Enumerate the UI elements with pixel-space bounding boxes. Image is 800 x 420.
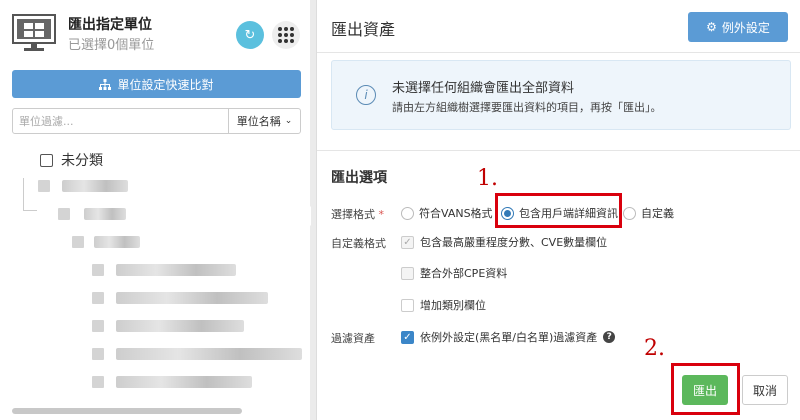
highlight-step1 <box>495 193 622 228</box>
tree-node-label <box>94 236 140 248</box>
filter-assets-label: 過濾資產 <box>331 332 375 345</box>
custom-option-label: 增加類別欄位 <box>420 299 486 312</box>
tree-node-checkbox[interactable] <box>92 348 104 360</box>
tree-node-checkbox[interactable] <box>58 208 70 220</box>
page-title: 匯出資產 <box>331 20 396 39</box>
tree-node-label <box>116 376 252 388</box>
quick-compare-label: 單位設定快速比對 <box>117 77 214 92</box>
format-radio-vans[interactable]: 符合VANS格式 <box>401 205 493 221</box>
filter-field-select[interactable]: 單位名稱 ⌄ <box>228 109 300 133</box>
chevron-down-icon: ⌄ <box>284 116 293 126</box>
highlight-step2 <box>671 363 740 415</box>
filter-assets-option[interactable]: ✓ 依例外設定(黑名單/白名單)過濾資產 ? <box>401 329 616 345</box>
unit-filter-input[interactable] <box>13 109 228 133</box>
required-mark: * <box>378 208 385 221</box>
custom-format-label: 自定義格式 <box>331 237 386 250</box>
refresh-icon: ↻ <box>244 27 256 43</box>
horizontal-scrollbar[interactable] <box>12 408 242 414</box>
tree-node-label <box>116 320 244 332</box>
filter-field-value: 單位名稱 <box>236 115 281 128</box>
cancel-button[interactable]: 取消 <box>742 375 788 405</box>
exception-settings-label: 例外設定 <box>721 20 770 35</box>
info-icon: i <box>356 85 376 105</box>
left-panel-title: 匯出指定單位 <box>68 17 152 33</box>
custom-option-category[interactable]: 增加類別欄位 <box>401 297 486 313</box>
filter-assets-option-label: 依例外設定(黑名單/白名單)過濾資產 <box>420 331 598 344</box>
refresh-button[interactable]: ↻ <box>236 21 264 49</box>
custom-option-cpe[interactable]: 整合外部CPE資料 <box>401 265 507 281</box>
tree-node-label <box>62 180 128 192</box>
radio-circle[interactable] <box>401 206 414 220</box>
left-panel: 匯出指定單位 已選擇0個單位 ↻ 單位設定快速比對 單位名稱 ⌄ 未分類 <box>0 0 310 420</box>
radio-circle[interactable] <box>623 206 636 220</box>
format-option-label: 自定義 <box>641 207 674 220</box>
monitor-icon <box>12 14 56 51</box>
format-radio-custom[interactable]: 自定義 <box>623 205 674 221</box>
uncategorized-label: 未分類 <box>61 153 103 169</box>
custom-option-severity[interactable]: ✓ 包含最高嚴重程度分數、CVE數量欄位 <box>401 234 607 250</box>
format-label-text: 選擇格式 <box>331 208 375 221</box>
grid-menu-button[interactable] <box>272 21 300 49</box>
info-message: 未選擇任何組織會匯出全部資料 <box>392 81 575 96</box>
divider <box>317 52 800 53</box>
tree-node-label <box>84 208 126 220</box>
annotation-step1: 1. <box>477 166 498 191</box>
checkbox[interactable] <box>401 298 414 312</box>
help-icon[interactable]: ? <box>603 331 616 343</box>
disabled-checked-checkbox[interactable]: ✓ <box>401 235 414 249</box>
tree-node-label <box>116 348 302 360</box>
exception-settings-button[interactable]: ⚙ 例外設定 <box>688 12 788 42</box>
annotation-step2: 2. <box>644 336 665 361</box>
tree-node-label <box>116 292 268 304</box>
unit-filter: 單位名稱 ⌄ <box>12 108 301 134</box>
export-options-heading: 匯出選項 <box>331 170 387 186</box>
checked-checkbox[interactable]: ✓ <box>401 330 414 344</box>
grid-menu-icon <box>278 27 294 43</box>
info-hint: 請由左方組織樹選擇要匯出資料的項目，再按「匯出」。 <box>392 101 662 114</box>
uncategorized-node[interactable]: 未分類 <box>40 150 103 170</box>
custom-option-label: 包含最高嚴重程度分數、CVE數量欄位 <box>420 236 608 249</box>
tree-node-checkbox[interactable] <box>38 180 50 192</box>
gear-icon: ⚙ <box>706 20 717 34</box>
disabled-checkbox[interactable] <box>401 266 414 280</box>
format-label: 選擇格式 * <box>331 206 384 222</box>
tree-node-checkbox[interactable] <box>72 236 84 248</box>
format-option-label: 符合VANS格式 <box>419 207 493 220</box>
custom-option-label: 整合外部CPE資料 <box>420 267 508 280</box>
sitemap-icon <box>99 78 112 90</box>
tree-node-checkbox[interactable] <box>92 320 104 332</box>
tree-node-checkbox[interactable] <box>92 292 104 304</box>
info-alert: i 未選擇任何組織會匯出全部資料 請由左方組織樹選擇要匯出資料的項目，再按「匯出… <box>331 60 791 130</box>
tree-node-label <box>116 264 236 276</box>
panel-caret <box>301 206 311 226</box>
tree-node-checkbox[interactable] <box>92 376 104 388</box>
selected-count: 已選擇0個單位 <box>68 38 155 53</box>
tree-node-checkbox[interactable] <box>92 264 104 276</box>
quick-compare-button[interactable]: 單位設定快速比對 <box>12 70 301 98</box>
divider <box>317 150 800 151</box>
uncategorized-checkbox[interactable] <box>40 153 53 167</box>
